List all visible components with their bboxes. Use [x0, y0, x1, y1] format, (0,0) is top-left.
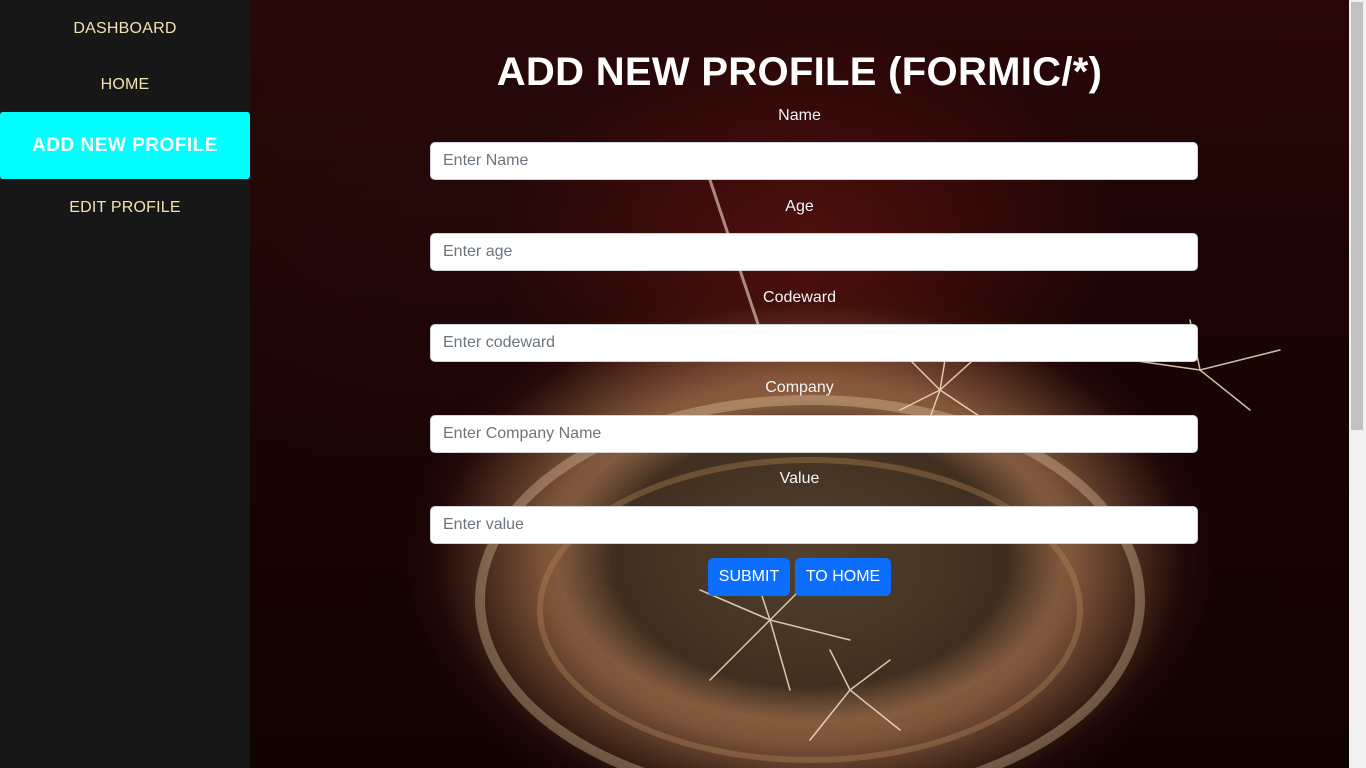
value-input[interactable] [430, 506, 1198, 544]
age-input[interactable] [430, 233, 1198, 271]
company-label: Company [765, 379, 834, 396]
sidebar-item-dashboard[interactable]: DASHBOARD [0, 18, 250, 40]
app-root: DASHBOARD HOME ADD NEW PROFILE EDIT PROF… [0, 0, 1366, 768]
name-input[interactable] [430, 142, 1198, 180]
age-label: Age [785, 198, 814, 215]
codeward-label: Codeward [763, 289, 836, 306]
codeward-input[interactable] [430, 324, 1198, 362]
scrollbar-thumb[interactable] [1351, 2, 1363, 430]
submit-button[interactable]: SUBMIT [708, 558, 790, 596]
value-label: Value [779, 470, 820, 487]
company-input[interactable] [430, 415, 1198, 453]
main-content: ADD NEW PROFILE (FORMIC/*) Name Age Code… [250, 0, 1349, 768]
sidebar: DASHBOARD HOME ADD NEW PROFILE EDIT PROF… [0, 0, 250, 768]
sidebar-item-edit-profile[interactable]: EDIT PROFILE [0, 197, 250, 219]
sidebar-item-add-new-profile[interactable]: ADD NEW PROFILE [0, 112, 250, 179]
sidebar-item-home[interactable]: HOME [0, 74, 250, 96]
page-title: ADD NEW PROFILE (FORMIC/*) [496, 50, 1103, 94]
name-label: Name [778, 107, 821, 124]
vertical-scrollbar[interactable] [1349, 0, 1366, 768]
to-home-button[interactable]: TO HOME [795, 558, 891, 596]
